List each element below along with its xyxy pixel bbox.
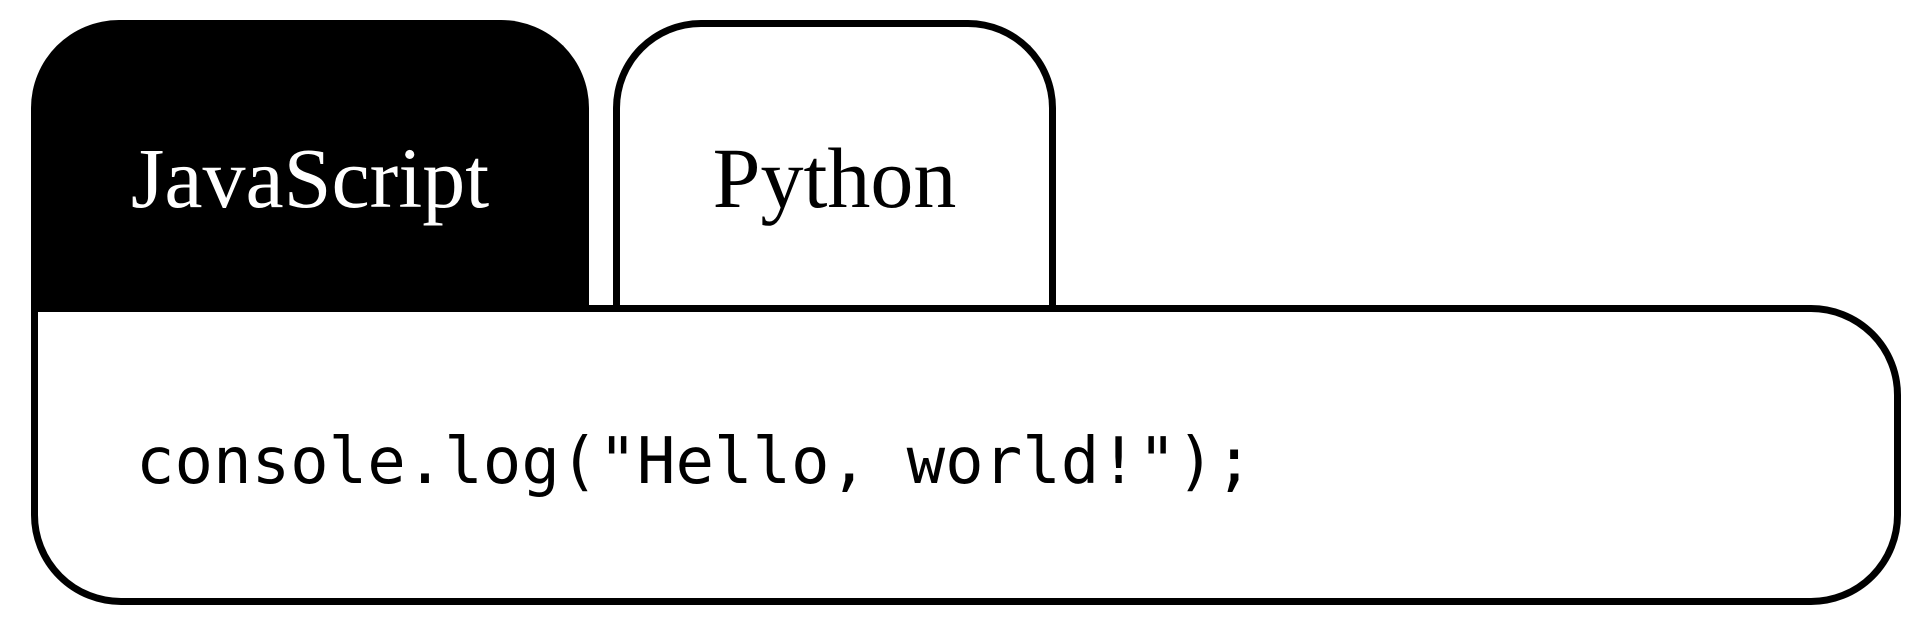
tab-python-label: Python xyxy=(712,130,957,226)
tab-javascript[interactable]: JavaScript xyxy=(31,20,589,312)
tab-python[interactable]: Python xyxy=(613,20,1056,312)
tab-javascript-label: JavaScript xyxy=(130,130,490,226)
code-panel: console.log("Hello, world!"); xyxy=(31,305,1901,605)
code-tabs-widget: JavaScript Python console.log("Hello, wo… xyxy=(0,0,1906,638)
code-line: console.log("Hello, world!"); xyxy=(136,425,1254,499)
